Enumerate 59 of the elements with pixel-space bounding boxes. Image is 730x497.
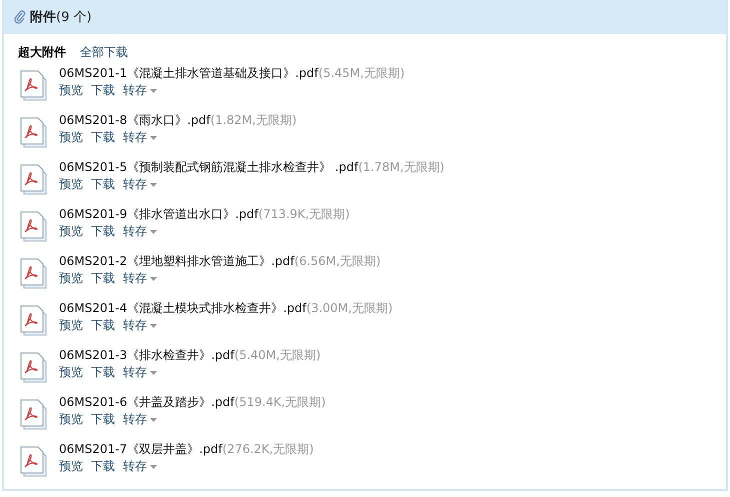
file-action-link[interactable]: 预览 [59,317,83,334]
caret-icon [150,88,157,92]
caret-icon [150,136,157,140]
file-action-link[interactable]: 下载 [91,176,115,193]
file-name: 06MS201-3《排水检查井》.pdf [59,348,234,362]
file-info: (713.9K,无限期) [258,207,350,221]
file-action-link[interactable]: 预览 [59,223,83,240]
file-info: (5.40M,无限期) [234,348,321,362]
file-name: 06MS201-7《双层井盖》.pdf [59,442,222,456]
save-to-dropdown[interactable]: 转存 [123,317,157,334]
file-name: 06MS201-6《井盖及踏步》.pdf [59,395,234,409]
save-to-dropdown[interactable]: 转存 [123,270,157,287]
caret-icon [150,418,157,422]
file-action-link[interactable]: 预览 [59,270,83,287]
caret-icon [150,276,157,280]
file-name: 06MS201-1《混凝土排水管道基础及接口》.pdf [59,66,318,80]
file-info: (6.56M,无限期) [294,254,381,268]
save-to-dropdown[interactable]: 转存 [123,82,157,99]
save-to-dropdown[interactable]: 转存 [123,411,157,428]
caret-icon [150,230,157,234]
file-action-link[interactable]: 预览 [59,82,83,99]
file-name: 06MS201-2《埋地塑料排水管道施工》.pdf [59,254,294,268]
file-name: 06MS201-8《雨水口》.pdf [59,113,210,127]
section-label: 超大附件 [18,44,66,61]
file-action-link[interactable]: 下载 [91,129,115,146]
save-to-dropdown[interactable]: 转存 [123,129,157,146]
file-name: 06MS201-5《预制装配式钢筋混凝土排水检查井》 .pdf [59,160,358,174]
file-name: 06MS201-9《排水管道出水口》.pdf [59,207,258,221]
caret-icon [150,324,157,328]
file-action-link[interactable]: 下载 [91,411,115,428]
caret-icon [150,370,157,374]
file-action-link[interactable]: 预览 [59,458,83,475]
save-to-dropdown[interactable]: 转存 [123,223,157,240]
file-action-link[interactable]: 下载 [91,458,115,475]
file-info: (5.45M,无限期) [318,66,405,80]
download-all-link[interactable]: 全部下载 [80,44,128,62]
attachment-count: (9 个) [56,9,92,26]
file-action-link[interactable]: 预览 [59,129,83,146]
save-to-dropdown[interactable]: 转存 [123,364,157,381]
file-action-link[interactable]: 下载 [91,270,115,287]
file-action-link[interactable]: 下载 [91,317,115,334]
file-action-link[interactable]: 预览 [59,364,83,381]
file-info: (276.2K,无限期) [222,442,314,456]
file-info: (1.78M,无限期) [358,160,444,174]
paperclip-icon [14,10,26,24]
file-info: (519.4K,无限期) [234,395,326,409]
caret-icon [150,182,157,186]
file-action-link[interactable]: 下载 [91,82,115,99]
file-action-link[interactable]: 下载 [91,364,115,381]
save-to-dropdown[interactable]: 转存 [123,176,157,193]
file-action-link[interactable]: 预览 [59,411,83,428]
file-info: (1.82M,无限期) [210,113,297,127]
save-to-dropdown[interactable]: 转存 [123,458,157,475]
panel-title: 附件 [30,9,56,26]
file-name: 06MS201-4《混凝土模块式排水检查井》.pdf [59,301,306,315]
file-action-link[interactable]: 预览 [59,176,83,193]
file-info: (3.00M,无限期) [306,301,393,315]
caret-icon [150,464,157,468]
file-action-link[interactable]: 下载 [91,223,115,240]
